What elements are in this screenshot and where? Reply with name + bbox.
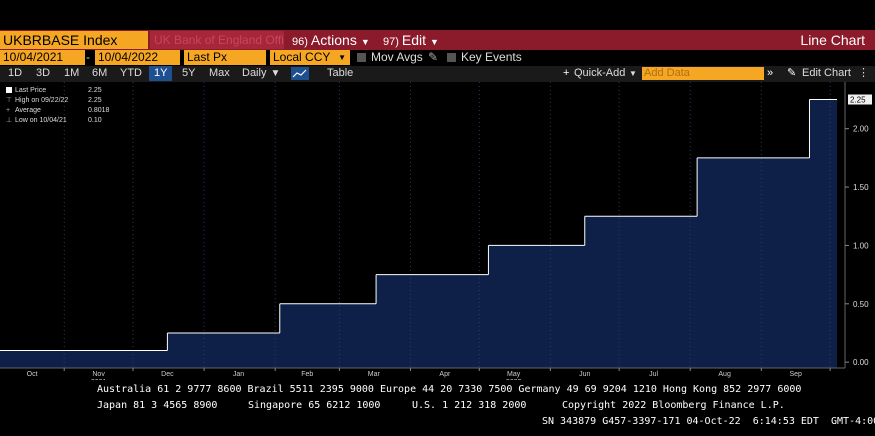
range-ytd[interactable]: YTD (120, 66, 142, 81)
mov-avgs-label[interactable]: Mov Avgs (371, 50, 423, 65)
x-tick-label: Aug (718, 371, 731, 378)
footer-phone-line-1: Australia 61 2 9777 8600 Brazil 5511 239… (97, 384, 802, 395)
edit-menu-label: Edit (401, 32, 427, 48)
footer-phone-japan: Japan 81 3 4565 8900 (97, 400, 218, 411)
actions-menu-number: 96) (292, 36, 308, 48)
x-year-label: 2021 (91, 379, 107, 380)
legend-swatch (6, 87, 12, 94)
chart-type-title: Line Chart (800, 32, 865, 48)
y-tick-label: 2.00 (853, 125, 869, 134)
last-value-marker-label: 2.25 (850, 96, 866, 105)
ticker-field[interactable]: UKBRBASE Index (0, 31, 148, 49)
legend-high-label: High on 09/22/22 (15, 97, 69, 104)
legend-last-value: 2.25 (88, 87, 102, 94)
footer-session-info: SN 343879 G457-3397-171 04-Oct-22 6:14:5… (542, 416, 875, 427)
x-tick-label: Jun (579, 371, 590, 378)
currency-value: Local CCY (273, 50, 331, 64)
x-tick-label: Jul (649, 371, 658, 378)
y-tick-label: 1.50 (853, 183, 869, 192)
pencil-icon[interactable]: ✎ (428, 50, 438, 65)
pencil-icon[interactable]: ✎ (787, 66, 796, 81)
range-1y-selected[interactable]: 1Y (149, 66, 173, 81)
legend-low: ⊥ Low on 10/04/21 0.10 (6, 116, 106, 126)
frequency-select[interactable]: Daily ▼ (242, 66, 280, 81)
range-max[interactable]: Max (209, 66, 230, 81)
price-field-select[interactable]: Last Px (184, 50, 266, 65)
range-6m[interactable]: 6M (92, 66, 107, 81)
range-5y[interactable]: 5Y (182, 66, 195, 81)
actions-menu[interactable]: 96) Actions ▼ (292, 31, 370, 49)
x-tick-label: Sep (789, 371, 802, 378)
legend-low-value: 0.10 (88, 117, 102, 124)
x-tick-label: Nov (92, 371, 105, 378)
x-year-label: 2022 (506, 379, 522, 380)
caret-down-icon: ▼ (360, 37, 370, 47)
caret-down-icon: ▼ (430, 37, 439, 47)
add-data-input[interactable]: Add Data (642, 67, 764, 80)
x-tick-label: Feb (301, 371, 313, 378)
legend-average-value: 0.8018 (88, 107, 110, 114)
key-events-checkbox[interactable] (447, 53, 456, 62)
edit-menu-number: 97) (383, 36, 399, 48)
legend-low-label: Low on 10/04/21 (15, 117, 67, 124)
quick-add-button[interactable]: Quick-Add (574, 66, 625, 81)
table-button[interactable]: Table (327, 66, 353, 81)
x-tick-label: Oct (27, 371, 38, 378)
footer-phone-singapore: Singapore 65 6212 1000 (248, 400, 381, 411)
currency-select[interactable]: Local CCY ▼ (270, 50, 350, 65)
low-marker-icon: ⊥ (6, 117, 13, 124)
range-3d[interactable]: 3D (36, 66, 50, 81)
edit-chart-button[interactable]: Edit Chart (802, 66, 851, 81)
footer-copyright: Copyright 2022 Bloomberg Finance L.P. (562, 400, 785, 411)
line-chart-icon[interactable] (291, 67, 309, 80)
frequency-value: Daily (242, 67, 267, 79)
x-tick-label: Dec (161, 371, 174, 378)
x-tick-label: Apr (439, 371, 451, 378)
end-date-field[interactable]: 10/04/2022 (95, 50, 180, 65)
y-tick-label: 0.00 (853, 358, 869, 367)
legend-average-label: Average (15, 107, 41, 114)
range-1m[interactable]: 1M (64, 66, 79, 81)
y-tick-label: 0.50 (853, 300, 869, 309)
double-chevron-icon[interactable]: » (767, 66, 773, 81)
x-tick-label: May (507, 371, 521, 378)
more-options-icon[interactable]: ⋮ (858, 66, 869, 81)
x-tick-label: Mar (368, 371, 381, 378)
mov-avgs-checkbox[interactable] (357, 53, 366, 62)
range-1d[interactable]: 1D (8, 66, 22, 81)
legend-high: ⊤ High on 09/22/22 2.25 (6, 96, 106, 106)
chart-legend: Last Price 2.25 ⊤ High on 09/22/22 2.25 + Av… (6, 86, 110, 126)
x-tick-label: Jan (233, 371, 244, 378)
edit-menu[interactable]: 97) Edit ▼ (383, 31, 439, 49)
legend-high-value: 2.25 (88, 97, 102, 104)
actions-menu-label: Actions (310, 32, 357, 48)
legend-last-price: Last Price 2.25 (6, 86, 106, 96)
caret-down-icon: ▼ (270, 68, 281, 79)
caret-down-icon[interactable]: ▼ (629, 66, 637, 81)
chart-area[interactable]: 0.00 0.50 1.00 1.50 2.00 2.25 Oct Nov Dec Jan Feb M… (0, 82, 875, 380)
footer-phone-us: U.S. 1 212 318 2000 (412, 400, 527, 411)
date-range-separator: - (86, 50, 90, 64)
legend-last-label: Last Price (15, 87, 47, 94)
legend-average: + Average 0.8018 (6, 106, 110, 116)
high-marker-icon: ⊤ (6, 97, 13, 104)
plus-icon[interactable]: + (563, 66, 569, 81)
average-marker-icon: + (6, 107, 11, 114)
key-events-label[interactable]: Key Events (461, 50, 522, 65)
y-tick-label: 1.00 (853, 241, 869, 250)
start-date-field[interactable]: 10/04/2021 (0, 50, 85, 65)
ticker-description: UK Bank of England Official Ba (150, 31, 284, 49)
caret-down-icon: ▼ (338, 53, 346, 62)
